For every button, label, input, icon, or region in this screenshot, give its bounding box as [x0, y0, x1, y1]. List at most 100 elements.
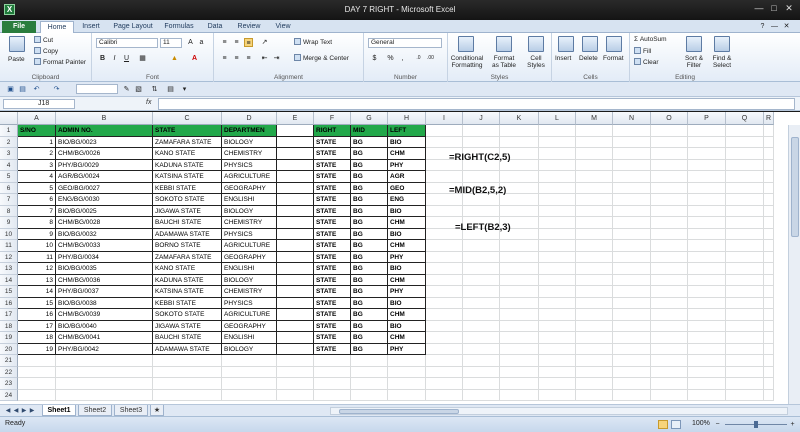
table-cell[interactable]: ENGLISHI [222, 263, 277, 275]
merge-center-button[interactable]: Merge & Center [294, 54, 349, 62]
table-cell[interactable]: BG [351, 274, 388, 286]
table-cell[interactable]: STATE [314, 332, 351, 344]
close-workbook-icon[interactable]: ✕ [782, 22, 791, 31]
chart-icon[interactable]: ▤ [166, 85, 175, 94]
table-cell[interactable]: ZAMAFARA STATE [153, 251, 222, 263]
table-cell[interactable]: BG [351, 343, 388, 355]
table-cell[interactable]: CHEMISTRY [222, 217, 277, 229]
table-cell[interactable]: PHYSICS [222, 297, 277, 309]
redo-icon[interactable]: ↷ [52, 85, 61, 94]
table-cell[interactable]: 19 [18, 343, 56, 355]
table-cell[interactable]: CHEMISTRY [222, 148, 277, 160]
vertical-scroll-thumb[interactable] [791, 137, 799, 237]
table-cell[interactable]: 8 [18, 217, 56, 229]
table-cell[interactable]: ENG/BG/0030 [56, 194, 153, 206]
close-icon[interactable]: ✕ [782, 3, 796, 15]
table-cell[interactable]: STATE [314, 320, 351, 332]
table-cell[interactable]: ADAMAWA STATE [153, 343, 222, 355]
format-button[interactable]: Format [603, 55, 624, 62]
table-cell[interactable]: STATE [314, 182, 351, 194]
table-cell[interactable]: 4 [18, 171, 56, 183]
table-cell[interactable]: BIOLOGY [222, 343, 277, 355]
vertical-scrollbar[interactable] [788, 125, 800, 404]
row-header-16[interactable]: 16 [0, 297, 18, 309]
column-header-a[interactable]: A [18, 112, 56, 125]
table-cell[interactable]: STATE [314, 286, 351, 298]
table-cell[interactable]: ENGLISHI [222, 332, 277, 344]
row-header-17[interactable]: 17 [0, 309, 18, 321]
orientation-icon[interactable]: ↗ [260, 38, 269, 47]
column-header-c[interactable]: C [153, 112, 222, 125]
table-cell[interactable]: BIO [388, 205, 426, 217]
table-cell[interactable]: CHM [388, 274, 426, 286]
table-cell[interactable]: 12 [18, 263, 56, 275]
table-cell[interactable] [277, 205, 314, 217]
table-cell[interactable]: CHM/BG/0039 [56, 309, 153, 321]
table-cell[interactable]: PHY/BG/0034 [56, 251, 153, 263]
row-header-21[interactable]: 21 [0, 355, 18, 367]
table-cell[interactable]: BG [351, 263, 388, 275]
table-cell[interactable]: BIO/BG/0038 [56, 297, 153, 309]
column-header-e[interactable]: E [277, 112, 314, 125]
table-cell[interactable]: CHM/BG/0028 [56, 217, 153, 229]
row-header-12[interactable]: 12 [0, 251, 18, 263]
table-cell[interactable]: CHM [388, 148, 426, 160]
align-top-icon[interactable]: ≡ [220, 38, 229, 47]
table-cell[interactable]: ZAMAFARA STATE [153, 136, 222, 148]
table-cell[interactable]: BG [351, 194, 388, 206]
table-cell[interactable]: STATE [314, 263, 351, 275]
table-header-cell[interactable]: STATE [153, 125, 222, 137]
table-cell[interactable]: STATE [314, 228, 351, 240]
select-all-corner[interactable] [0, 112, 18, 125]
table-cell[interactable]: BIO [388, 320, 426, 332]
tab-file[interactable]: File [2, 21, 36, 33]
delete-button[interactable]: Delete [579, 55, 598, 62]
table-cell[interactable]: BG [351, 171, 388, 183]
table-cell[interactable]: 9 [18, 228, 56, 240]
tab-view[interactable]: View [270, 21, 296, 33]
find-select-button[interactable]: Find & Select [708, 55, 736, 69]
last-sheet-icon[interactable]: ▶ [28, 406, 36, 416]
table-cell[interactable]: BIO [388, 263, 426, 275]
table-cell[interactable] [277, 274, 314, 286]
format-as-table-icon[interactable] [496, 36, 512, 52]
zoom-in-icon[interactable]: + [788, 420, 797, 429]
table-cell[interactable]: BIO/BG/0023 [56, 136, 153, 148]
table-cell[interactable]: BG [351, 320, 388, 332]
table-cell[interactable]: CHM [388, 332, 426, 344]
table-cell[interactable] [277, 332, 314, 344]
column-header-b[interactable]: B [56, 112, 153, 125]
row-header-7[interactable]: 7 [0, 194, 18, 206]
table-cell[interactable]: 1 [18, 136, 56, 148]
row-header-4[interactable]: 4 [0, 159, 18, 171]
column-header-m[interactable]: M [576, 112, 613, 125]
fill-button[interactable]: Fill [634, 47, 651, 55]
sheet-tab-sheet2[interactable]: Sheet2 [78, 405, 112, 416]
table-cell[interactable] [277, 297, 314, 309]
table-header-cell[interactable]: ADMIN NO. [56, 125, 153, 137]
table-cell[interactable]: STATE [314, 309, 351, 321]
font-name-select[interactable]: Calibri [96, 38, 158, 48]
column-header-k[interactable]: K [500, 112, 539, 125]
table-cell[interactable]: PHY/BG/0042 [56, 343, 153, 355]
maximize-icon[interactable]: □ [767, 3, 781, 15]
column-header-o[interactable]: O [651, 112, 688, 125]
table-cell[interactable]: STATE [314, 159, 351, 171]
table-cell[interactable] [277, 263, 314, 275]
row-header-2[interactable]: 2 [0, 136, 18, 148]
table-cell[interactable]: 16 [18, 309, 56, 321]
conditional-formatting-icon[interactable] [458, 36, 474, 52]
table-cell[interactable] [277, 320, 314, 332]
comma-icon[interactable]: , [398, 54, 407, 63]
table-cell[interactable]: GEOGRAPHY [222, 320, 277, 332]
font-size-select[interactable]: 11 [160, 38, 182, 48]
table-cell[interactable]: GEOGRAPHY [222, 182, 277, 194]
column-header-g[interactable]: G [351, 112, 388, 125]
table-cell[interactable]: KEBBI STATE [153, 297, 222, 309]
table-cell[interactable] [277, 228, 314, 240]
table-cell[interactable]: CHM/BG/0026 [56, 148, 153, 160]
table-cell[interactable]: GEO [388, 182, 426, 194]
row-header-19[interactable]: 19 [0, 332, 18, 344]
row-header-3[interactable]: 3 [0, 148, 18, 160]
row-header-20[interactable]: 20 [0, 343, 18, 355]
